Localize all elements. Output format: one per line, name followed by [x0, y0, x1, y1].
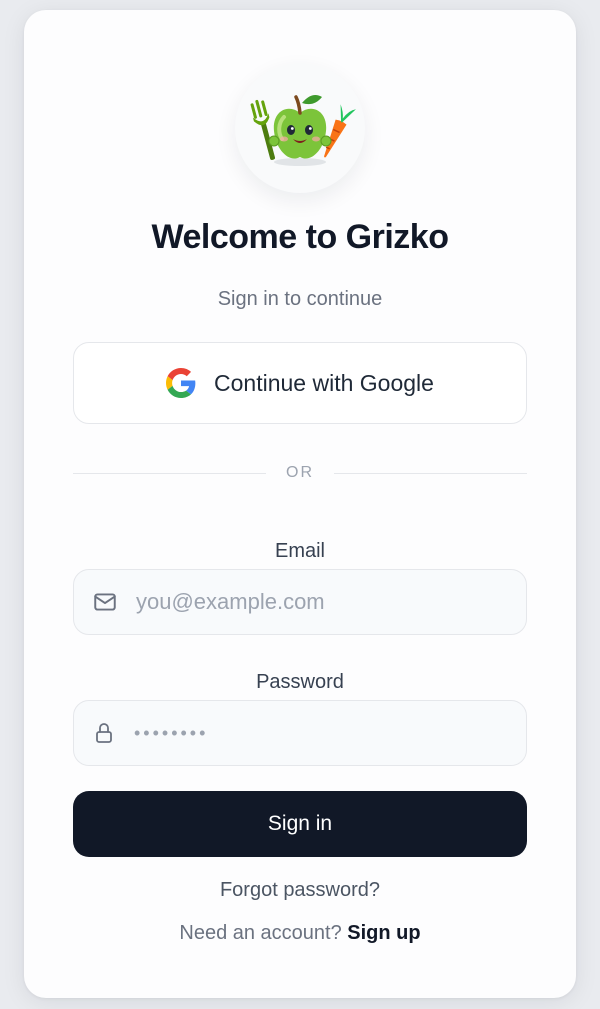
signup-row: Need an account? Sign up: [24, 922, 576, 945]
divider-line-left: [73, 472, 266, 474]
mail-icon: [94, 593, 116, 611]
forgot-password-row: Forgot password?: [24, 879, 576, 902]
sign-in-card: Welcome to Grizko Sign in to continue Co…: [24, 10, 576, 998]
divider-label: OR: [286, 464, 314, 481]
password-input[interactable]: [134, 722, 514, 744]
lock-icon: [96, 723, 112, 743]
email-field-wrapper[interactable]: [73, 569, 527, 635]
or-divider: OR: [73, 462, 527, 484]
page-subtitle: Sign in to continue: [217, 288, 383, 310]
email-label: Email: [274, 540, 325, 562]
password-field-wrapper[interactable]: [73, 700, 527, 766]
password-label: Password: [256, 671, 344, 693]
google-icon: [166, 368, 196, 398]
sign-in-button[interactable]: Sign in: [73, 791, 527, 857]
forgot-password-link[interactable]: Forgot password?: [220, 879, 380, 901]
google-button-label: Continue with Google: [214, 369, 434, 396]
page-title: Welcome to Grizko: [151, 218, 449, 256]
sign-up-link[interactable]: Sign up: [347, 922, 420, 944]
apple-mascot-icon: [250, 95, 356, 166]
divider-line-right: [334, 472, 527, 474]
logo-badge: [235, 63, 365, 193]
continue-with-google-button[interactable]: Continue with Google: [73, 342, 527, 424]
email-input[interactable]: [136, 589, 516, 615]
signup-prompt: Need an account?: [179, 922, 342, 944]
